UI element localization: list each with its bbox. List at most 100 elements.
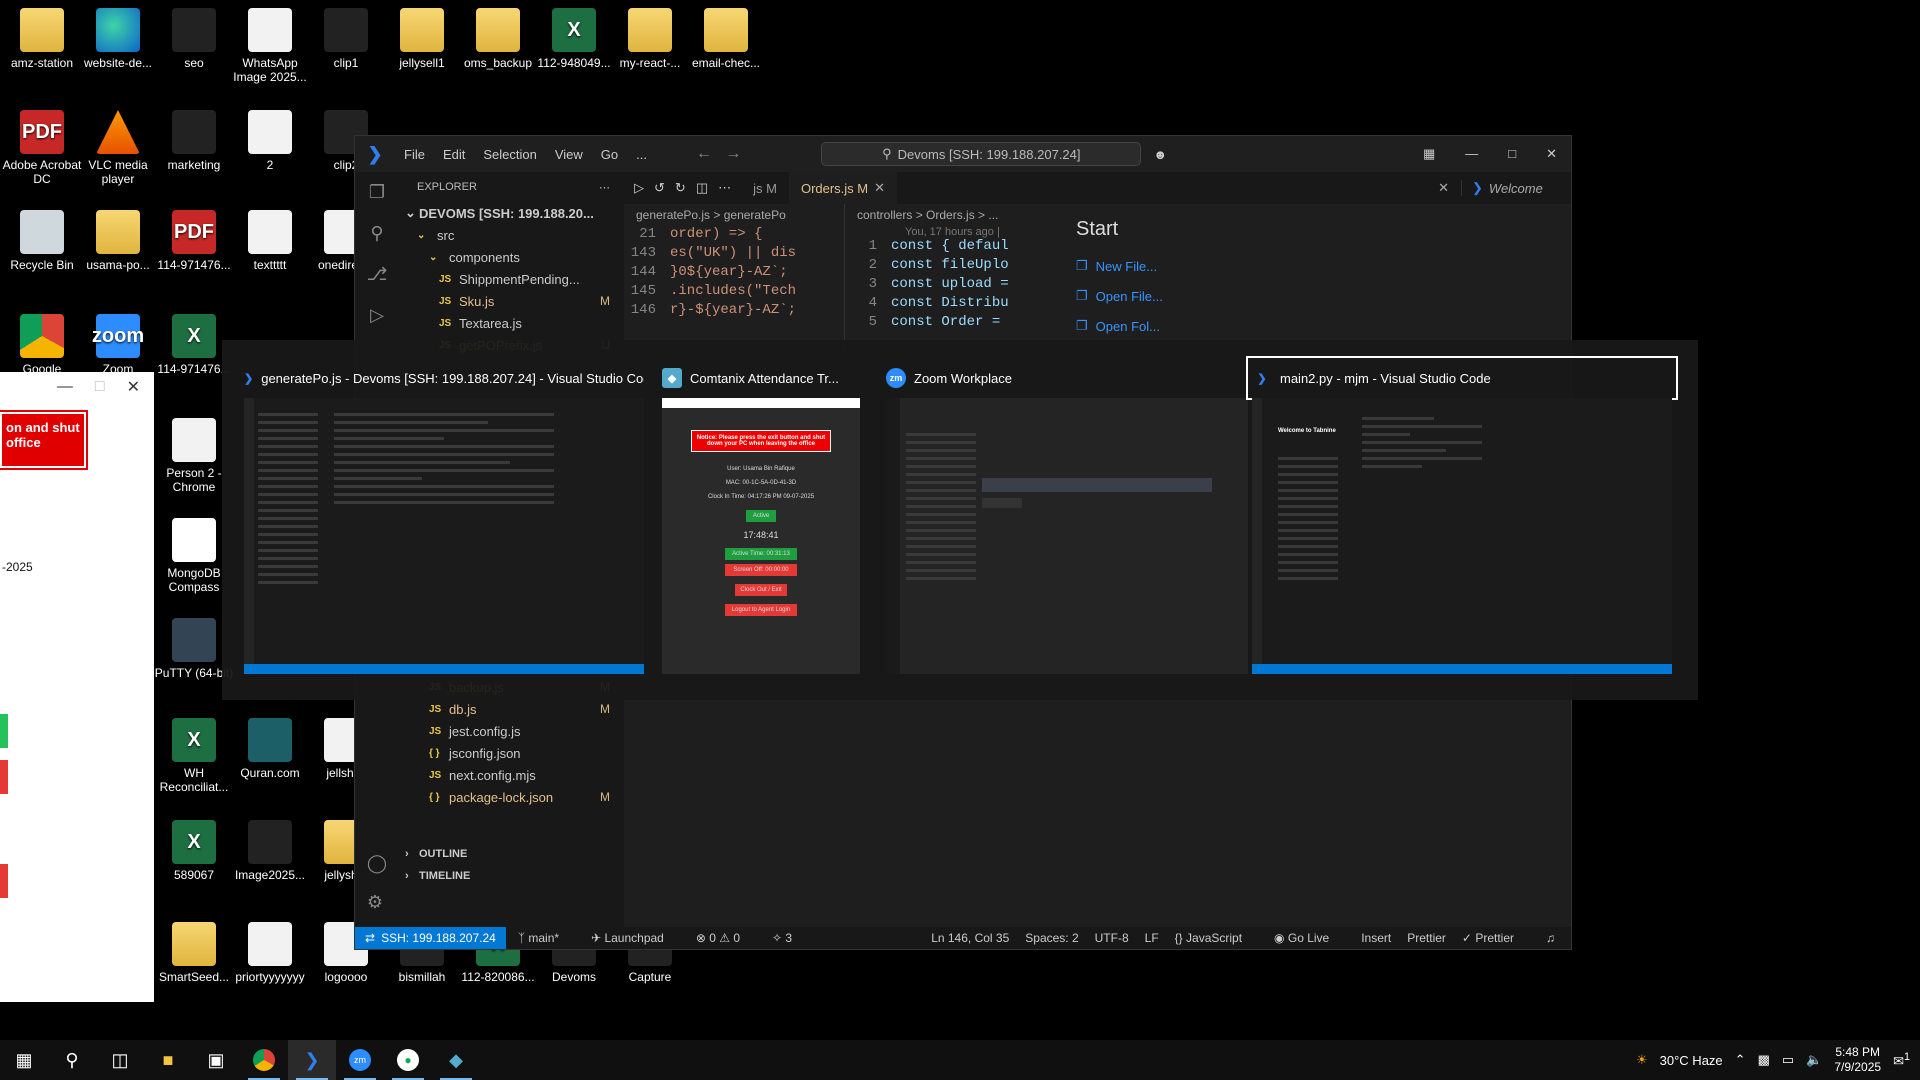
tree-item[interactable]: JS db.js M bbox=[399, 698, 624, 720]
launchpad[interactable]: ✈ Launchpad bbox=[591, 931, 680, 945]
explorer-icon[interactable]: ❐ bbox=[369, 182, 385, 203]
prettier-check[interactable]: ✓ Prettier bbox=[1462, 931, 1530, 945]
desktop-icon[interactable]: VLC media player bbox=[78, 110, 158, 186]
desktop-icon[interactable]: usama-po... bbox=[78, 210, 158, 272]
weather-icon[interactable]: ☀ bbox=[1636, 1052, 1648, 1068]
nav-arrows[interactable]: ← → bbox=[696, 145, 741, 163]
left-editor-pane[interactable]: generatePo.js > generatePo 21 order) => {… bbox=[624, 204, 844, 355]
insert-mode[interactable]: Insert bbox=[1361, 931, 1391, 945]
encoding[interactable]: UTF-8 bbox=[1095, 931, 1129, 945]
desktop-icon[interactable]: website-de... bbox=[78, 8, 158, 70]
more-icon[interactable]: ⋯ bbox=[718, 180, 731, 196]
menu-item[interactable]: Selection bbox=[483, 147, 536, 162]
switcher-item-vscode-devoms[interactable]: ❯ generatePo.js - Devoms [SSH: 199.188.20… bbox=[244, 362, 644, 674]
problems[interactable]: ⊗ 0 ⚠ 0 bbox=[696, 931, 756, 945]
git-branch[interactable]: ᛉ main* bbox=[518, 931, 575, 945]
desktop-icon[interactable]: marketing bbox=[154, 110, 234, 172]
store-icon[interactable]: ▣ bbox=[192, 1040, 240, 1080]
search-icon[interactable]: ⚲ bbox=[370, 223, 383, 244]
menu-item[interactable]: File bbox=[404, 147, 425, 162]
desktop-icon[interactable]: Google bbox=[2, 314, 82, 376]
close-icon[interactable]: ✕ bbox=[1546, 146, 1557, 162]
desktop-icon[interactable]: Image2025... bbox=[230, 820, 310, 882]
tree-item[interactable]: JS Sku.js M bbox=[399, 290, 624, 312]
desktop-icon[interactable]: zoom Zoom bbox=[78, 314, 158, 376]
menu-item[interactable]: Edit bbox=[443, 147, 465, 162]
editor-tab[interactable]: js M bbox=[741, 172, 789, 204]
desktop-icon[interactable]: texttttt bbox=[230, 210, 310, 272]
start-windows-icon[interactable]: ▦ bbox=[0, 1040, 48, 1080]
minimize-icon[interactable]: — bbox=[57, 378, 73, 396]
tree-item[interactable]: JS ShippmentPending... bbox=[399, 268, 624, 290]
desktop-icon[interactable]: clip1 bbox=[306, 8, 386, 70]
go-live[interactable]: ◉ Go Live bbox=[1274, 931, 1345, 945]
desktop-icon[interactable]: PDF 114-971476... bbox=[154, 210, 234, 272]
tree-item[interactable]: ⌄ components bbox=[399, 246, 624, 268]
desktop-icon[interactable]: SmartSeed... bbox=[154, 922, 234, 984]
bell-icon[interactable]: ♫ bbox=[1546, 931, 1555, 945]
settings-gear-icon[interactable]: ⚙ bbox=[367, 892, 387, 913]
tree-item[interactable]: JS Textarea.js bbox=[399, 312, 624, 334]
command-center-search[interactable]: ⚲ Devoms [SSH: 199.188.207.24] bbox=[821, 142, 1142, 166]
run-debug-icon[interactable]: ▷ bbox=[370, 305, 384, 326]
indentation[interactable]: Spaces: 2 bbox=[1025, 931, 1078, 945]
vscode-taskbar-icon[interactable]: ❯ bbox=[288, 1040, 336, 1080]
timeline-section[interactable]: › TIMELINE bbox=[399, 865, 624, 887]
eol[interactable]: LF bbox=[1145, 931, 1159, 945]
task-view-icon[interactable]: ◫ bbox=[96, 1040, 144, 1080]
tree-item[interactable]: JS jest.config.js bbox=[399, 720, 624, 742]
welcome-action-link[interactable]: ❐ Open File... bbox=[1076, 281, 1549, 311]
account-icon[interactable]: ◯ bbox=[367, 853, 387, 874]
desktop-icon[interactable]: X WH Reconciliat... bbox=[154, 718, 234, 794]
desktop-icon[interactable]: 2 bbox=[230, 110, 310, 172]
welcome-action-link[interactable]: ❐ Open Fol... bbox=[1076, 311, 1549, 341]
tree-item[interactable]: { } package-lock.json M bbox=[399, 786, 624, 808]
zoom-taskbar-icon[interactable]: zm bbox=[336, 1040, 384, 1080]
right-editor-pane[interactable]: controllers > Orders.js > ... You, 17 ho… bbox=[844, 204, 1054, 355]
desktop-icon[interactable]: PDF Adobe Acrobat DC bbox=[2, 110, 82, 186]
source-control-icon[interactable]: ⎇ bbox=[367, 264, 388, 285]
maximize-icon[interactable]: □ bbox=[95, 378, 105, 396]
weather-text[interactable]: 30°C Haze bbox=[1660, 1053, 1723, 1068]
layout-icon[interactable]: ▦ bbox=[1423, 146, 1435, 162]
desktop-icon[interactable]: seo bbox=[154, 8, 234, 70]
menu-item[interactable]: ... bbox=[636, 147, 647, 162]
desktop-icon[interactable]: jellysell1 bbox=[382, 8, 462, 70]
ports[interactable]: ✧ 3 bbox=[772, 931, 808, 945]
switcher-item-comtanix[interactable]: ◆ Comtanix Attendance Tr... Notice: Pleas… bbox=[662, 362, 860, 674]
maximize-icon[interactable]: □ bbox=[1508, 146, 1516, 162]
chrome-icon[interactable] bbox=[240, 1040, 288, 1080]
remote-indicator[interactable]: ⇄ SSH: 199.188.207.24 bbox=[355, 927, 506, 949]
close-icon[interactable]: ✕ bbox=[127, 377, 140, 397]
outline-section[interactable]: › OUTLINE bbox=[399, 843, 624, 865]
chevron-up-icon[interactable]: ⌃ bbox=[1735, 1052, 1746, 1068]
desktop-icon[interactable]: my-react-... bbox=[610, 8, 690, 70]
desktop-icon[interactable]: X 112-948049... bbox=[534, 8, 614, 70]
step-icon[interactable]: ↺ bbox=[654, 180, 665, 196]
close-icon[interactable]: ✕ bbox=[1438, 180, 1461, 196]
network-icon[interactable]: ▩ bbox=[1758, 1052, 1770, 1068]
welcome-action-link[interactable]: ❐ New File... bbox=[1076, 251, 1549, 281]
desktop-icon[interactable]: priortyyyyyyy bbox=[230, 922, 310, 984]
editor-tab[interactable]: Orders.js M ✕ bbox=[788, 172, 898, 204]
search-icon[interactable]: ⚲ bbox=[48, 1040, 96, 1080]
tree-item[interactable]: { } jsconfig.json bbox=[399, 742, 624, 764]
prettier[interactable]: Prettier bbox=[1407, 931, 1446, 945]
clock[interactable]: 5:48 PM 7/9/2025 bbox=[1834, 1045, 1881, 1075]
desktop-icon[interactable]: X 589067 bbox=[154, 820, 234, 882]
mongodb-taskbar-icon[interactable]: ● bbox=[384, 1040, 432, 1080]
tab-welcome[interactable]: ❯ Welcome bbox=[1461, 180, 1571, 196]
switcher-item-zoom[interactable]: zm Zoom Workplace bbox=[886, 362, 1248, 674]
menu-item[interactable]: View bbox=[555, 147, 583, 162]
file-explorer-icon[interactable]: ■ bbox=[144, 1040, 192, 1080]
close-icon[interactable]: ✕ bbox=[874, 180, 885, 196]
restart-icon[interactable]: ↻ bbox=[675, 180, 686, 196]
desktop-icon[interactable]: Quran.com bbox=[230, 718, 310, 780]
switcher-item-vscode-main2[interactable]: ❯ main2.py - mjm - Visual Studio Code Wel… bbox=[1246, 356, 1678, 674]
tree-item[interactable]: ⌄ src bbox=[399, 224, 624, 246]
display-icon[interactable]: ▭ bbox=[1782, 1052, 1794, 1068]
desktop-icon[interactable]: amz-station bbox=[2, 8, 82, 70]
desktop-icon[interactable]: email-chec... bbox=[686, 8, 766, 70]
volume-icon[interactable]: 🔈 bbox=[1806, 1052, 1822, 1068]
minimize-icon[interactable]: — bbox=[1465, 146, 1478, 162]
